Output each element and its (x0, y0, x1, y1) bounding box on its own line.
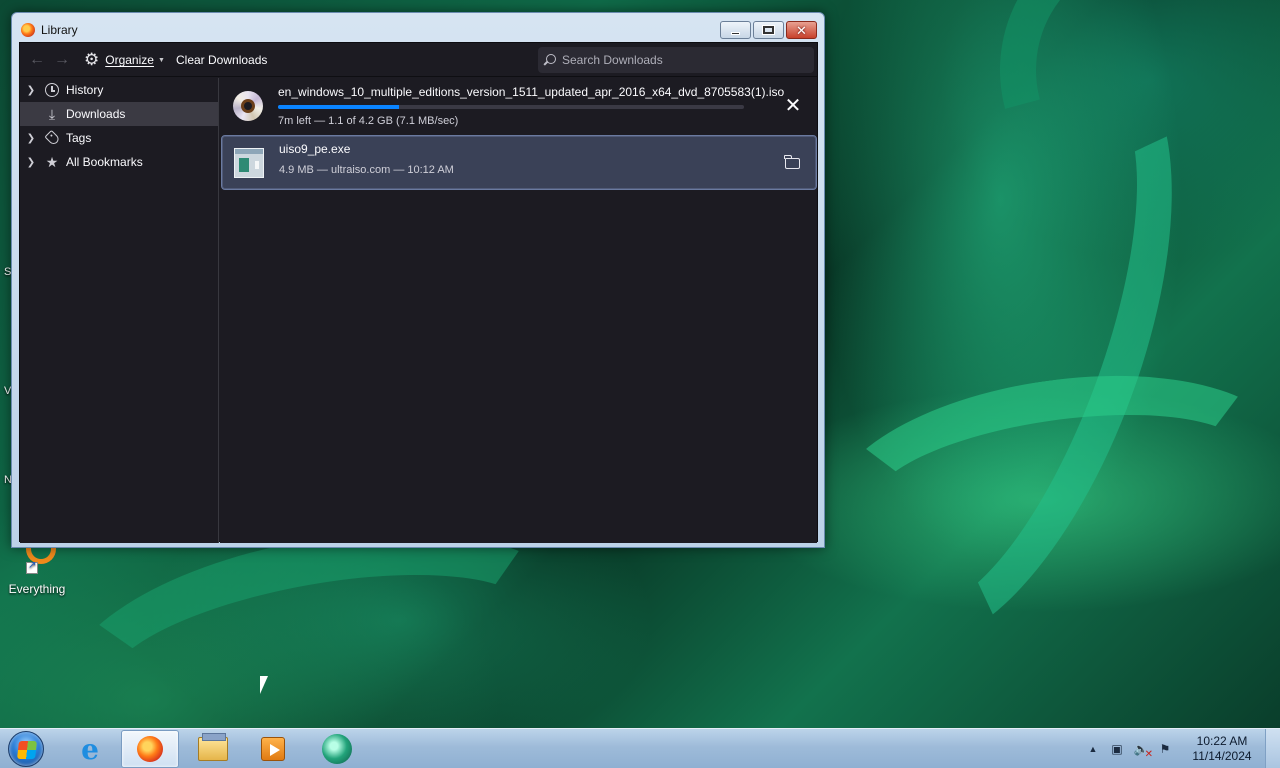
tag-icon (43, 129, 61, 147)
folder-icon (198, 733, 228, 761)
taskbar: e ▲ ▣ 🔈 ✕ ⚑ 10:22 AM 11/14/2024 (0, 728, 1280, 768)
star-icon: ★ (45, 153, 59, 170)
download-item[interactable]: uiso9_pe.exe 4.9 MB — ultraiso.com — 10:… (221, 135, 817, 190)
close-icon: ✕ (796, 22, 807, 38)
taskbar-firefox[interactable] (121, 730, 179, 768)
window-title: Library (41, 23, 78, 37)
chevron-down-icon: ▼ (157, 56, 165, 64)
clear-downloads-button[interactable]: Clear Downloads (176, 43, 267, 77)
desktop-icon-label: Everything (8, 582, 66, 596)
network-icon[interactable]: ▣ (1108, 740, 1126, 758)
taskbar-file-explorer[interactable] (184, 730, 242, 768)
exe-file-icon (234, 148, 264, 178)
expand-arrow-icon[interactable]: ❯ (20, 85, 42, 96)
expand-arrow-icon[interactable]: ❯ (20, 157, 42, 168)
maximize-icon (762, 25, 775, 35)
disc-icon (233, 91, 263, 121)
download-status: 7m left — 1.1 of 4.2 GB (7.1 MB/sec) (278, 115, 459, 127)
sidebar-item-downloads[interactable]: ⤓ Downloads (20, 102, 218, 126)
back-arrow-icon: ← (29, 51, 45, 68)
organize-label: Organize (105, 53, 154, 67)
library-content: ← → ⚙ Organize ▼ Clear Downloads ❯ Histo… (19, 42, 818, 543)
sidebar-item-history[interactable]: ❯ History (20, 78, 218, 102)
minimize-button[interactable] (720, 21, 751, 39)
action-center-flag-icon[interactable]: ⚑ (1156, 740, 1174, 758)
mouse-cursor (259, 675, 269, 695)
forward-button[interactable]: → (50, 43, 74, 77)
desktop-icon-everything[interactable]: Everything (4, 542, 70, 596)
sidebar-item-label: Downloads (66, 107, 126, 121)
firefox-icon (137, 736, 163, 762)
show-in-folder-button[interactable] (782, 153, 802, 173)
windows-logo-icon (17, 741, 37, 759)
shortcut-arrow-icon (26, 560, 38, 574)
download-status: 4.9 MB — ultraiso.com — 10:12 AM (279, 164, 454, 176)
media-player-icon (261, 737, 285, 761)
library-window: Library ✕ ← → ⚙ Organize ▼ Clear Downloa… (11, 12, 825, 548)
sidebar: ❯ History ⤓ Downloads ❯ Tags ❯ ★ All Boo… (20, 78, 219, 543)
forward-arrow-icon: → (54, 51, 70, 68)
downloads-list: en_windows_10_multiple_editions_version_… (220, 78, 817, 543)
folder-icon (784, 154, 800, 169)
minimize-icon (731, 31, 740, 35)
everything-app-icon (20, 542, 56, 580)
firefox-icon (21, 23, 35, 37)
taskbar-navigation-app[interactable] (308, 730, 366, 768)
sidebar-item-label: All Bookmarks (66, 155, 143, 169)
start-button[interactable] (8, 731, 44, 767)
clock-time: 10:22 AM (1196, 734, 1248, 748)
taskbar-internet-explorer[interactable]: e (61, 730, 119, 768)
title-bar[interactable]: Library ✕ (12, 13, 824, 43)
internet-explorer-icon: e (81, 732, 99, 766)
show-hidden-icons-button[interactable]: ▲ (1084, 740, 1102, 758)
gear-icon: ⚙ (84, 50, 100, 69)
search-input[interactable] (562, 53, 802, 67)
maximize-button[interactable] (753, 21, 784, 39)
show-desktop-button[interactable] (1265, 729, 1280, 768)
clock-date: 11/14/2024 (1192, 749, 1252, 763)
expand-arrow-icon[interactable]: ❯ (20, 133, 42, 144)
navigation-app-icon (322, 734, 352, 764)
download-filename: en_windows_10_multiple_editions_version_… (278, 85, 785, 99)
sidebar-item-tags[interactable]: ❯ Tags (20, 126, 218, 150)
download-item[interactable]: en_windows_10_multiple_editions_version_… (221, 79, 817, 134)
toolbar: ← → ⚙ Organize ▼ Clear Downloads (20, 43, 817, 77)
download-filename: uiso9_pe.exe (279, 142, 351, 156)
download-progress-fill (278, 105, 400, 109)
clock-icon (45, 83, 59, 97)
back-button[interactable]: ← (25, 43, 49, 77)
download-progress-bar (278, 105, 744, 109)
organize-button[interactable]: ⚙ Organize ▼ (84, 43, 165, 77)
download-icon: ⤓ (48, 105, 56, 122)
search-icon (544, 54, 556, 66)
cancel-download-button[interactable]: ✕ (783, 96, 803, 116)
sidebar-item-all-bookmarks[interactable]: ❯ ★ All Bookmarks (20, 150, 218, 174)
taskbar-media-player[interactable] (244, 730, 302, 768)
window-controls: ✕ (720, 21, 817, 39)
system-tray: ▲ ▣ 🔈 ✕ ⚑ 10:22 AM 11/14/2024 (1081, 729, 1280, 768)
taskbar-clock[interactable]: 10:22 AM 11/14/2024 (1183, 734, 1261, 764)
sidebar-item-label: History (66, 83, 104, 97)
close-button[interactable]: ✕ (786, 21, 817, 39)
search-box (538, 47, 814, 73)
cancel-icon: ✕ (784, 95, 802, 117)
sidebar-item-label: Tags (66, 131, 92, 145)
volume-muted-icon[interactable]: 🔈 ✕ (1132, 740, 1153, 760)
